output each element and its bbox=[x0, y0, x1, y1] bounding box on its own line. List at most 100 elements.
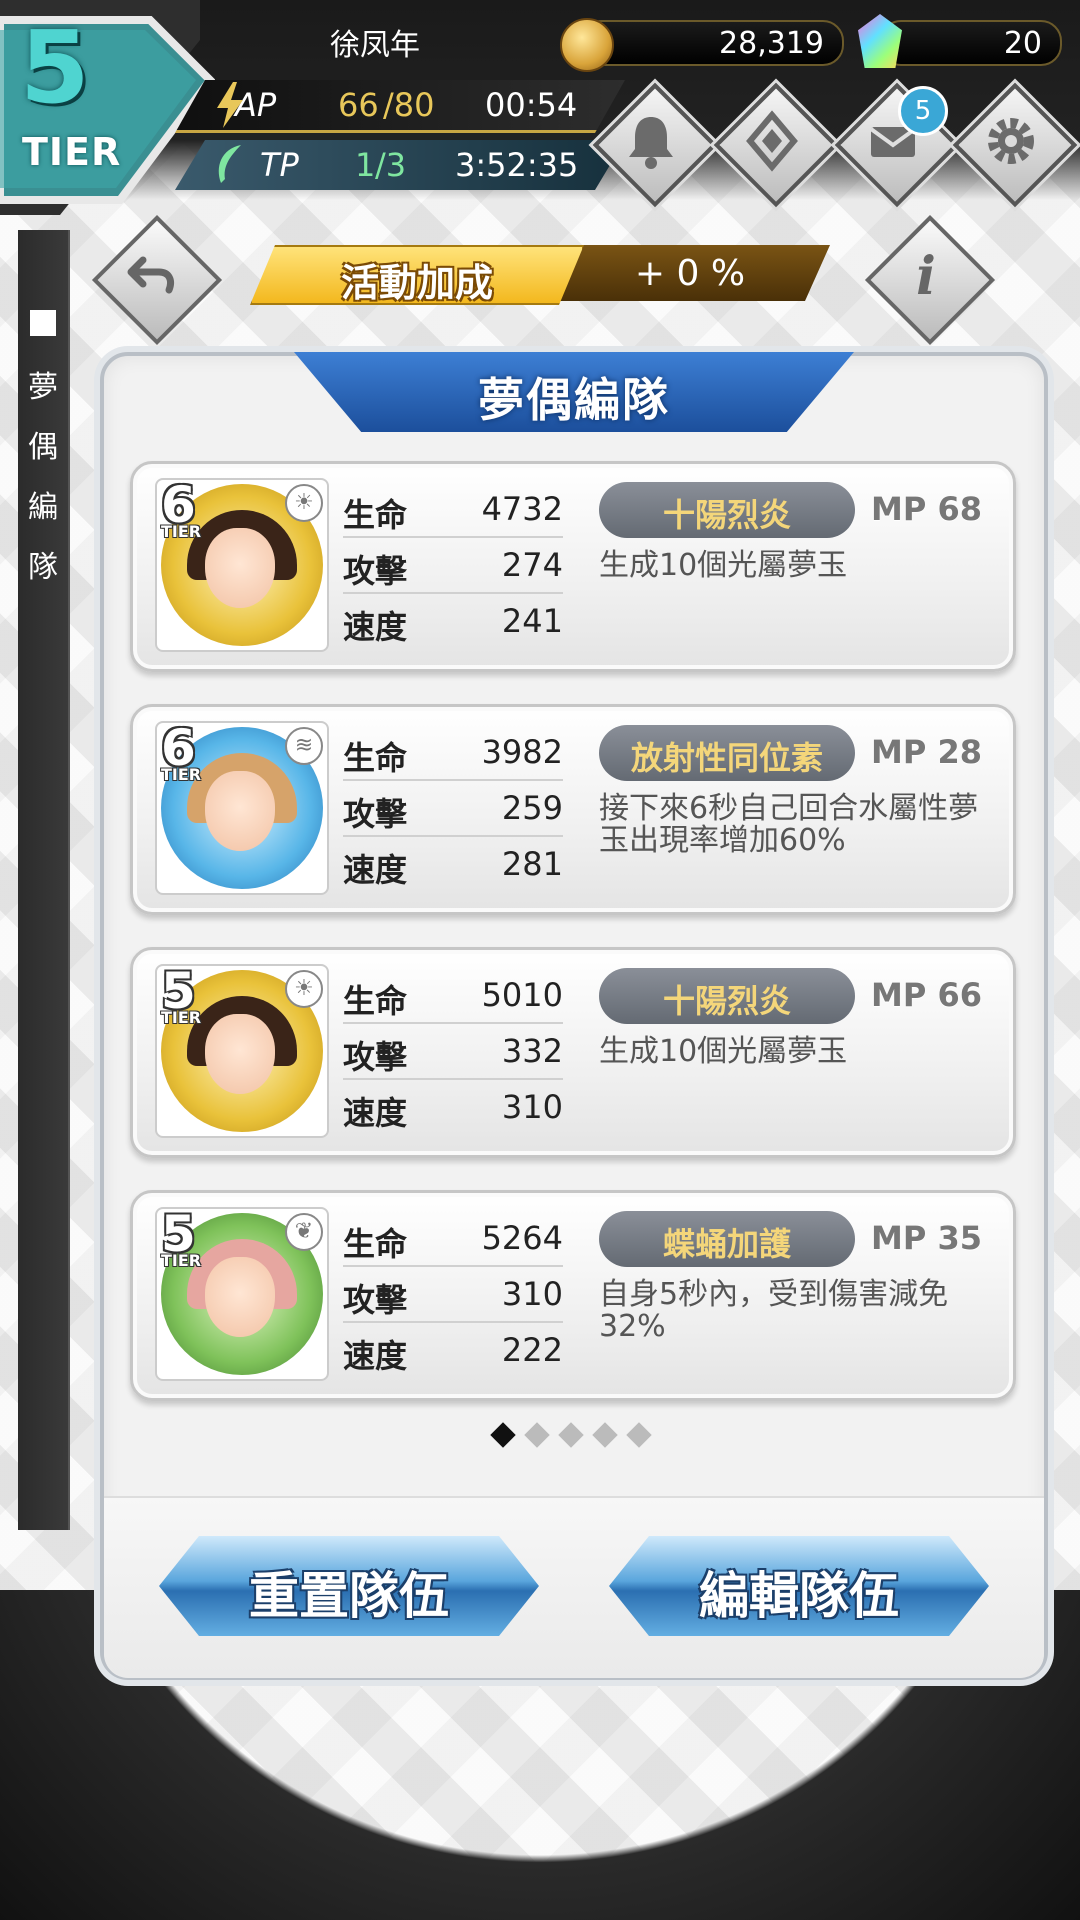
stat-spd-row: 速度 222 bbox=[343, 1323, 563, 1377]
skill-name-pill[interactable]: 放射性同位素 bbox=[599, 725, 855, 781]
light-element-icon: ☀ bbox=[285, 970, 323, 1008]
lightning-icon bbox=[217, 82, 243, 128]
stat-atk-label: 攻擊 bbox=[343, 795, 408, 833]
stat-hp-value: 3982 bbox=[481, 733, 563, 771]
character-portrait[interactable]: 6 TIER ≋ bbox=[155, 719, 329, 895]
skill-mp-cost: MP 68 bbox=[871, 490, 982, 528]
ap-current: 66 bbox=[338, 86, 379, 124]
character-portrait[interactable]: 5 TIER ❦ bbox=[155, 1205, 329, 1381]
bell-icon bbox=[629, 117, 673, 169]
side-tab-char-4: 隊 bbox=[28, 550, 58, 585]
tier-label: TIER bbox=[22, 130, 122, 174]
back-button[interactable] bbox=[91, 214, 223, 346]
skill-name-pill[interactable]: 蝶蛹加護 bbox=[599, 1211, 855, 1267]
character-portrait[interactable]: 6 TIER ☀ bbox=[155, 476, 329, 652]
event-bonus-label: 活動加成 bbox=[340, 261, 493, 305]
stat-atk-row: 攻擊 259 bbox=[343, 781, 563, 837]
side-tab-char-1: 夢 bbox=[28, 370, 58, 405]
side-tab-label: 夢 偶 編 隊 bbox=[26, 358, 60, 598]
team-member-card[interactable]: 6 TIER ☀ 生命 4732 攻擊 274 速度 241 十陽烈炎 MP 68 生… bbox=[130, 461, 1016, 672]
skill-name: 蝶蛹加護 bbox=[662, 1225, 791, 1263]
team-panel: 夢偶編隊 6 TIER ☀ 生命 4732 攻擊 274 速度 241 十陽烈炎 MP… bbox=[100, 352, 1048, 1680]
page-dot[interactable] bbox=[558, 1422, 584, 1448]
team-member-card[interactable]: 5 TIER ☀ 生命 5010 攻擊 332 速度 310 十陽烈炎 MP 66 生… bbox=[130, 947, 1016, 1158]
stat-hp-label: 生命 bbox=[343, 982, 408, 1020]
stat-hp-row: 生命 5264 bbox=[343, 1211, 563, 1267]
gem-bar: 20 bbox=[880, 20, 1062, 66]
team-member-card[interactable]: 5 TIER ❦ 生命 5264 攻擊 310 速度 222 蝶蛹加護 MP 35 自… bbox=[130, 1190, 1016, 1401]
stat-atk-label: 攻擊 bbox=[343, 1038, 408, 1076]
tp-label: TP bbox=[260, 146, 299, 184]
crystal-icon bbox=[746, 110, 798, 172]
crystal-button[interactable] bbox=[713, 82, 839, 208]
side-tab: 夢 偶 編 隊 bbox=[18, 230, 70, 1530]
stat-hp-label: 生命 bbox=[343, 1225, 408, 1263]
portrait-face bbox=[205, 528, 275, 608]
skill-description: 自身5秒內，受到傷害減免32% bbox=[599, 1277, 949, 1344]
event-bonus-bar: + 0 % 活動加成 bbox=[250, 245, 830, 301]
stat-atk-value: 274 bbox=[501, 546, 563, 584]
side-tab-char-3: 編 bbox=[28, 490, 58, 525]
settings-button[interactable] bbox=[952, 82, 1078, 208]
light-element-icon: ☀ bbox=[285, 484, 323, 522]
character-tier-label: TIER bbox=[161, 765, 202, 784]
player-name: 徐凤年 bbox=[330, 28, 420, 63]
stats-table: 生命 4732 攻擊 274 速度 241 bbox=[343, 482, 563, 648]
gem-amount: 20 bbox=[1003, 26, 1042, 61]
mail-count-badge: 5 bbox=[898, 86, 948, 136]
page-dot[interactable] bbox=[592, 1422, 618, 1448]
stat-hp-label: 生命 bbox=[343, 739, 408, 777]
team-member-card[interactable]: 6 TIER ≋ 生命 3982 攻擊 259 速度 281 放射性同位素 MP 28… bbox=[130, 704, 1016, 915]
leaf-icon bbox=[218, 145, 241, 183]
skill-name: 十陽烈炎 bbox=[662, 982, 791, 1020]
skill-name-pill[interactable]: 十陽烈炎 bbox=[599, 482, 855, 538]
tp-max: /3 bbox=[375, 146, 407, 184]
stat-atk-label: 攻擊 bbox=[343, 1281, 408, 1319]
character-tier-label: TIER bbox=[161, 522, 202, 541]
tp-timer: 3:52:35 bbox=[455, 146, 579, 184]
stat-spd-label: 速度 bbox=[343, 1094, 408, 1132]
stat-hp-label: 生命 bbox=[343, 496, 408, 534]
coin-icon bbox=[560, 18, 614, 72]
page-dot[interactable] bbox=[524, 1422, 550, 1448]
page-dot[interactable] bbox=[626, 1422, 652, 1448]
stat-hp-value: 4732 bbox=[481, 490, 563, 528]
event-bonus-value-bg: + 0 % bbox=[550, 245, 830, 301]
edit-team-label: 編輯隊伍 bbox=[699, 1567, 899, 1625]
stat-spd-label: 速度 bbox=[343, 608, 408, 646]
skill-name: 十陽烈炎 bbox=[662, 496, 791, 534]
character-tier-label: TIER bbox=[161, 1008, 202, 1027]
portrait-face bbox=[205, 771, 275, 851]
stat-spd-label: 速度 bbox=[343, 851, 408, 889]
portrait-face bbox=[205, 1014, 275, 1094]
event-bonus-value: + 0 % bbox=[634, 253, 746, 294]
notification-button[interactable] bbox=[592, 82, 718, 208]
stat-hp-row: 生命 3982 bbox=[343, 725, 563, 781]
stat-atk-value: 332 bbox=[501, 1032, 563, 1070]
stat-hp-row: 生命 4732 bbox=[343, 482, 563, 538]
stat-atk-label: 攻擊 bbox=[343, 552, 408, 590]
water-element-icon: ≋ bbox=[285, 727, 323, 765]
info-button[interactable]: i bbox=[864, 214, 996, 346]
reset-team-button[interactable]: 重置隊伍 bbox=[159, 1536, 539, 1636]
panel-title: 夢偶編隊 bbox=[478, 373, 670, 427]
skill-description: 生成10個光屬夢玉 bbox=[599, 548, 848, 583]
ap-timer: 00:54 bbox=[485, 86, 578, 124]
stats-table: 生命 5010 攻擊 332 速度 310 bbox=[343, 968, 563, 1134]
coin-amount: 28,319 bbox=[719, 26, 824, 61]
reset-team-label: 重置隊伍 bbox=[249, 1567, 449, 1625]
stat-spd-value: 241 bbox=[501, 602, 563, 640]
stat-hp-row: 生命 5010 bbox=[343, 968, 563, 1024]
skill-name: 放射性同位素 bbox=[630, 739, 823, 777]
info-icon: i bbox=[916, 246, 936, 307]
character-portrait[interactable]: 5 TIER ☀ bbox=[155, 962, 329, 1138]
tier-number: 5 bbox=[20, 9, 90, 126]
character-tier-label: TIER bbox=[161, 1251, 202, 1270]
skill-name-pill[interactable]: 十陽烈炎 bbox=[599, 968, 855, 1024]
page-dot[interactable] bbox=[490, 1422, 516, 1448]
stat-spd-label: 速度 bbox=[343, 1337, 408, 1375]
stat-atk-value: 259 bbox=[501, 789, 563, 827]
skill-mp-cost: MP 66 bbox=[871, 976, 982, 1014]
edit-team-button[interactable]: 編輯隊伍 bbox=[609, 1536, 989, 1636]
stat-atk-value: 310 bbox=[501, 1275, 563, 1313]
